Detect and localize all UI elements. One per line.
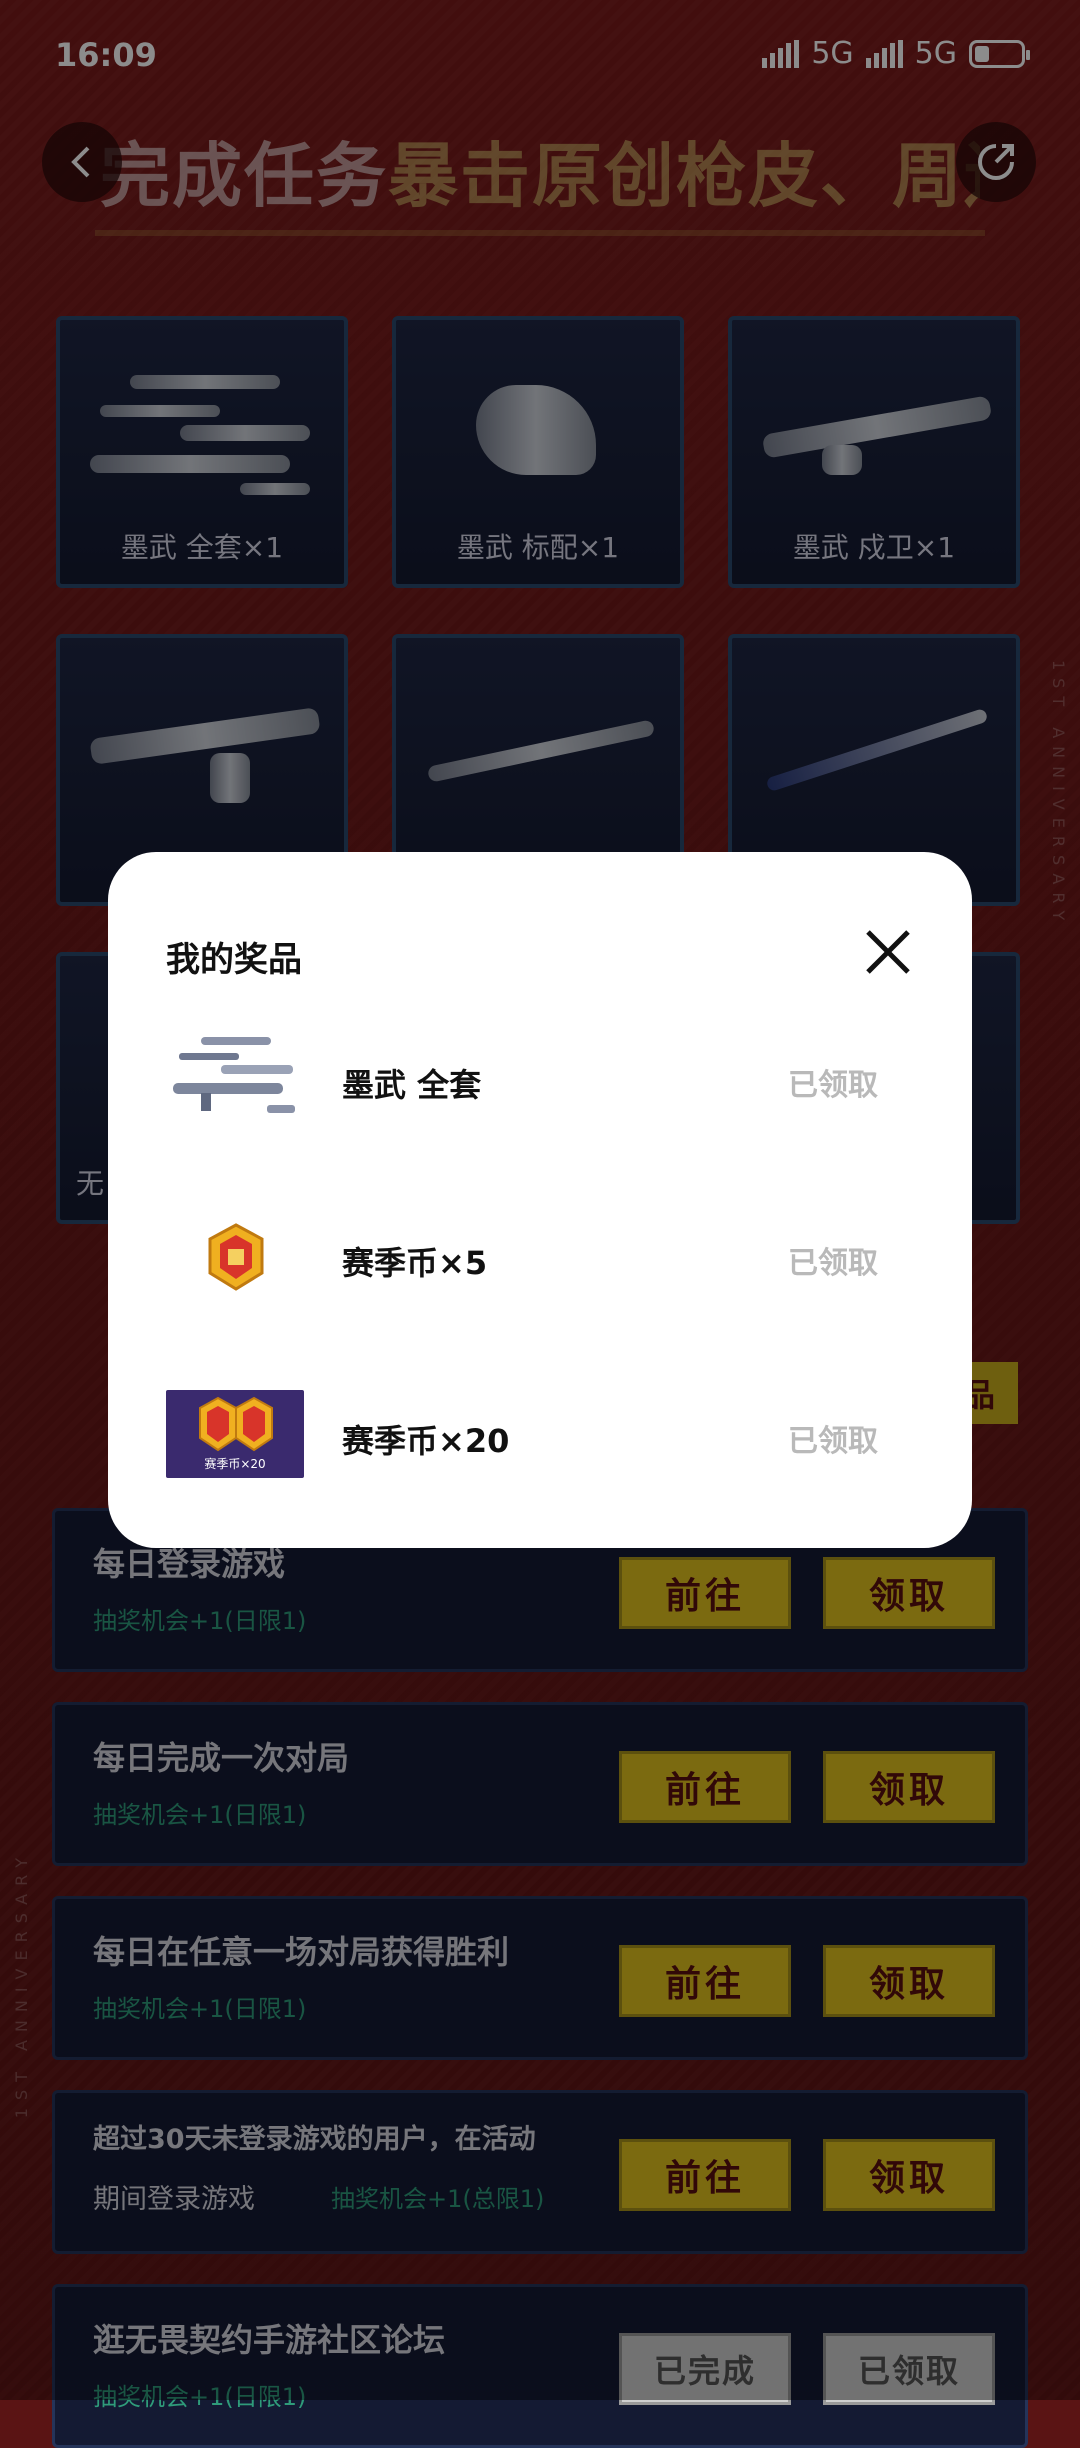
prize-item: 赛季币×20 赛季币×20 已领取 [166,1380,926,1490]
prize-status: 已领取 [788,1068,878,1103]
prize-item: 赛季币×5 已领取 [166,1202,926,1312]
prize-name: 墨武 全套 [342,1066,482,1104]
prize-name: 赛季币×20 [342,1422,510,1460]
prize-status: 已领取 [788,1424,878,1459]
close-icon[interactable] [860,924,916,980]
dialog-title: 我的奖品 [166,940,302,980]
season-coin-pack-thumbnail: 赛季币×20 [166,1380,306,1490]
prize-status: 已领取 [788,1246,878,1281]
weapon-skin-thumbnail [166,1024,306,1134]
coin-pack-card: 赛季币×20 [166,1390,304,1478]
coin-pack-caption: 赛季币×20 [204,1457,266,1471]
prize-item: 墨武 全套 已领取 [166,1024,926,1134]
my-prizes-dialog: 我的奖品 墨武 全套 已领取 赛季币×5 已领取 赛季币×20 赛季币×20 已… [108,852,972,1548]
prize-name: 赛季币×5 [342,1244,488,1282]
season-coin-icon [166,1202,306,1312]
